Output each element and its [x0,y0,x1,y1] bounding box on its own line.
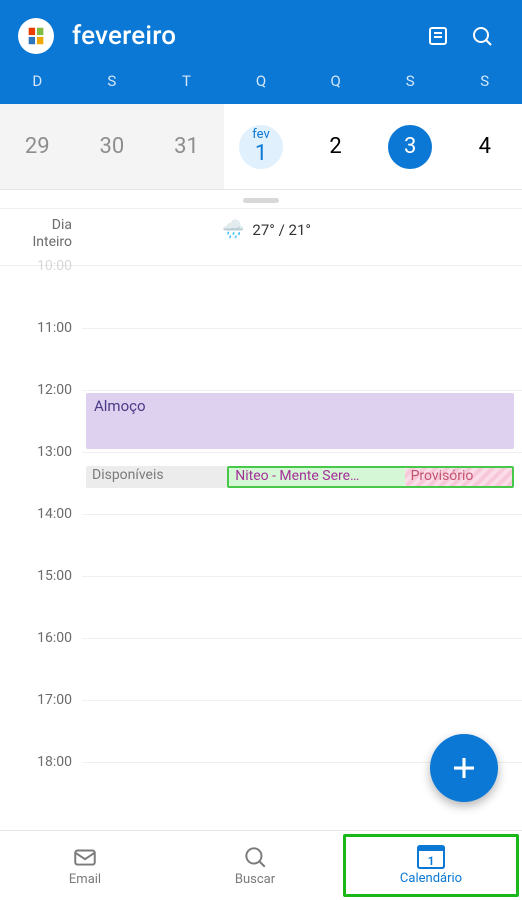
hour-label: 14:00 [0,506,82,568]
drag-handle[interactable] [243,198,279,203]
hour-label: 10:00 [0,258,82,320]
date-number: 3 [404,136,416,158]
search-icon [242,844,268,870]
date-cell[interactable]: fev 1 [224,104,299,189]
calendar-body[interactable]: Dia Inteiro 🌧️ 27° / 21° 10:0011:0012:00… [0,208,522,830]
weather-widget[interactable]: 🌧️ 27° / 21° [222,219,311,240]
nav-email[interactable]: Email [0,831,170,900]
date-cell[interactable]: 4 [447,104,522,189]
allday-label-line1: Dia [0,217,72,234]
event-almoco[interactable]: Almoço [86,393,514,449]
date-number: 31 [174,136,199,158]
calendar-icon-day: 1 [428,854,435,868]
date-number: 1 [255,143,267,165]
bottom-nav: Email Buscar 1 Calendário [0,830,522,900]
mail-icon [72,844,98,870]
hour-label: 15:00 [0,568,82,630]
date-cell[interactable]: 3 [373,104,448,189]
header-bar: fevereiro DSTQQSS [0,0,522,104]
event-disponiveis[interactable]: Disponíveis [86,466,227,488]
rain-icon: 🌧️ [222,219,244,240]
nav-email-label: Email [69,872,101,887]
hour-label: 13:00 [0,444,82,506]
date-month-abbr: fev [252,128,269,141]
calendar-icon: 1 [417,845,445,869]
dow-cell: T [149,68,224,98]
date-number: 29 [25,136,50,158]
date-cell[interactable]: 2 [298,104,373,189]
search-button[interactable] [460,14,504,58]
plus-icon [449,753,479,783]
event-niteo[interactable]: Niteo - Mente Sere… [229,468,404,486]
event-provisorio[interactable]: Provisório [405,468,512,486]
allday-label-line2: Inteiro [0,234,72,251]
search-icon [470,24,494,48]
office-icon [25,25,47,47]
date-cell[interactable]: 29 [0,104,75,189]
temperature: 27° / 21° [252,221,311,239]
dow-cell: Q [224,68,299,98]
nav-search[interactable]: Buscar [170,831,340,900]
event-row-1315: Disponíveis Niteo - Mente Sere… Provisór… [86,466,514,488]
nav-calendar-label: Calendário [400,871,462,886]
day-of-week-row: DSTQQSS [0,68,522,104]
hour-label: 17:00 [0,692,82,754]
dow-cell: D [0,68,75,98]
agenda-icon [426,24,450,48]
dow-cell: S [447,68,522,98]
office-avatar[interactable] [18,18,54,54]
date-cell[interactable]: 30 [75,104,150,189]
hour-label: 12:00 [0,382,82,444]
date-number: 2 [329,136,341,158]
hour-label: 16:00 [0,630,82,692]
month-title[interactable]: fevereiro [72,21,416,51]
date-cell[interactable]: 31 [149,104,224,189]
hour-label: 11:00 [0,320,82,382]
allday-label: Dia Inteiro [0,215,82,251]
nav-calendar[interactable]: 1 Calendário [343,834,519,897]
date-number: 4 [479,136,491,158]
hour-label: 18:00 [0,754,82,816]
date-number: 30 [100,136,125,158]
date-strip[interactable]: 29 30 31 fev 1 2 3 4 [0,104,522,190]
add-event-fab[interactable] [430,734,498,802]
dow-cell: S [373,68,448,98]
agenda-view-button[interactable] [416,14,460,58]
nav-search-label: Buscar [235,872,275,887]
dow-cell: S [75,68,150,98]
dow-cell: Q [298,68,373,98]
